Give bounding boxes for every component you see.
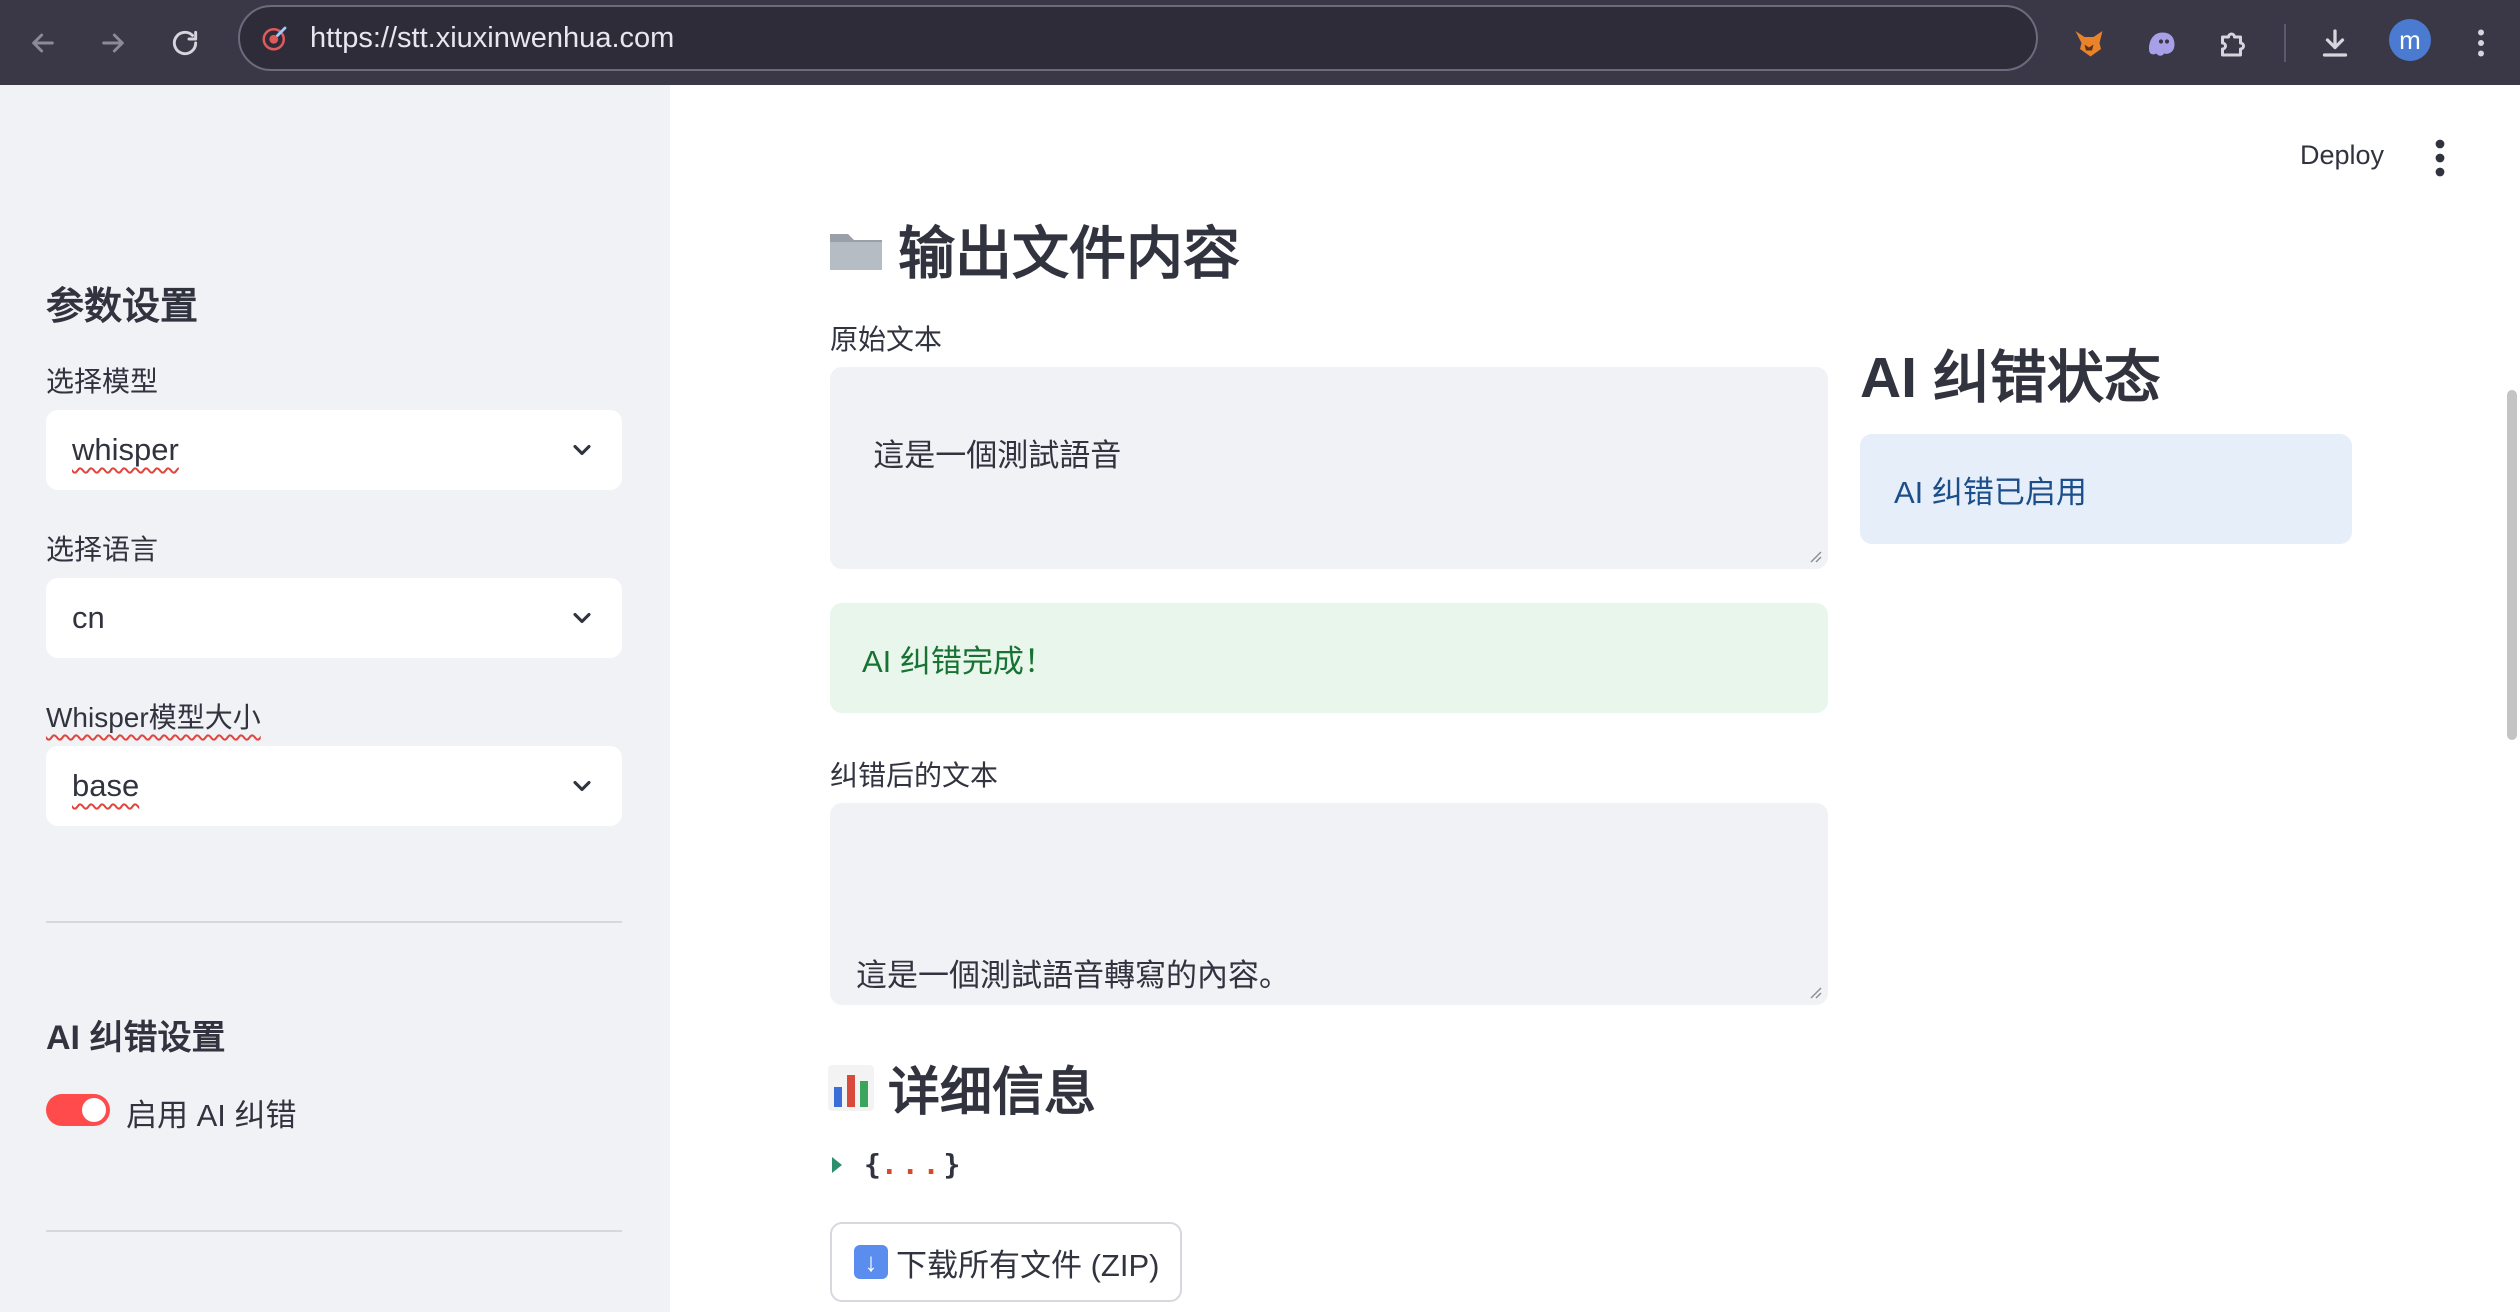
original-text-area[interactable]: 這是一個測試語音	[830, 367, 1828, 569]
ai-settings-title: AI 纠错设置	[46, 1019, 226, 1057]
details-section-title: 详细信息	[828, 1050, 1096, 1125]
ghost-icon	[2149, 32, 2175, 56]
model-size-label: Whisper模型大小	[46, 696, 261, 736]
success-alert-text: AI 纠错完成！	[862, 643, 1055, 679]
browser-menu-button[interactable]	[2456, 18, 2506, 68]
model-label: 选择模型	[46, 366, 159, 397]
sidebar-divider	[46, 921, 622, 923]
browser-toolbar: https://stt.xiuxinwenhua.com m	[0, 0, 2520, 85]
success-alert: AI 纠错完成！	[830, 603, 1828, 713]
corrected-text-value: 這是一個測試語音轉寫的內容。	[856, 958, 1290, 993]
site-info-icon[interactable]	[260, 23, 290, 53]
chevron-down-icon	[573, 444, 591, 456]
download-zip-button[interactable]: ↓ 下载所有文件 (ZIP)	[830, 1222, 1182, 1302]
json-collapsed-dots: ...	[880, 1148, 944, 1181]
downloads-button[interactable]	[2310, 18, 2360, 68]
model-select-value: whisper	[72, 432, 179, 467]
arrow-left-icon	[32, 33, 54, 53]
output-section-title-text: 输出文件内容	[898, 222, 1240, 286]
ai-status-info-alert: AI 纠错已启用	[1860, 434, 2352, 544]
model-select[interactable]: whisper	[46, 410, 622, 490]
expand-caret-icon[interactable]	[832, 1156, 842, 1173]
ai-correction-toggle-label: 启用 AI 纠错	[126, 1098, 297, 1133]
ai-correction-toggle[interactable]	[46, 1094, 110, 1126]
address-bar[interactable]: https://stt.xiuxinwenhua.com	[238, 5, 2038, 71]
more-vertical-icon	[2478, 29, 2484, 57]
original-text-label: 原始文本	[830, 324, 943, 355]
deploy-button[interactable]: Deploy	[2300, 140, 2384, 171]
down-arrow-icon: ↓	[854, 1245, 888, 1279]
language-select-value: cn	[72, 600, 105, 635]
bar-chart-icon	[828, 1064, 874, 1111]
language-label: 选择语言	[46, 534, 159, 565]
language-select[interactable]: cn	[46, 578, 622, 658]
download-icon	[2322, 29, 2348, 57]
chevron-down-icon	[573, 780, 591, 792]
back-button[interactable]	[18, 18, 68, 68]
chevron-down-icon	[573, 612, 591, 624]
json-close-brace: }	[943, 1148, 961, 1181]
extensions-button[interactable]	[2208, 18, 2258, 68]
reload-button[interactable]	[160, 18, 210, 68]
more-vertical-icon[interactable]	[2430, 138, 2450, 178]
model-size-label-text: Whisper模型大小	[46, 702, 261, 733]
extension-ghost[interactable]	[2136, 18, 2186, 68]
json-open-brace: {	[864, 1148, 881, 1181]
resize-handle-icon[interactable]	[1808, 549, 1822, 563]
json-viewer[interactable]: { ... }	[832, 1148, 960, 1181]
model-size-select[interactable]: base	[46, 746, 622, 826]
page-scrollbar-thumb[interactable]	[2507, 390, 2517, 740]
ai-status-title: AI 纠错状态	[1860, 346, 2161, 410]
model-size-select-value: base	[72, 768, 140, 803]
arrow-right-icon	[102, 33, 124, 53]
forward-button[interactable]	[88, 18, 138, 68]
extension-fox[interactable]	[2064, 18, 2114, 68]
ai-status-info-text: AI 纠错已启用	[1894, 474, 2087, 510]
download-zip-label: 下载所有文件 (ZIP)	[896, 1247, 1160, 1283]
resize-handle-icon[interactable]	[1808, 985, 1822, 999]
puzzle-icon	[2221, 32, 2245, 57]
toolbar-divider	[2284, 24, 2286, 62]
sidebar-title: 参数设置	[46, 286, 199, 328]
details-section-title-text: 详细信息	[888, 1064, 1097, 1122]
original-text-value: 這是一個測試語音	[873, 438, 1122, 473]
output-section-title: 输出文件内容	[828, 208, 1240, 290]
reload-icon	[172, 30, 198, 56]
toggle-knob	[82, 1098, 106, 1122]
fox-icon	[2075, 31, 2103, 57]
profile-avatar[interactable]: m	[2389, 19, 2431, 61]
folder-icon	[828, 224, 884, 274]
corrected-text-label: 纠错后的文本	[830, 760, 999, 791]
url-text: https://stt.xiuxinwenhua.com	[310, 21, 675, 54]
corrected-text-area[interactable]: 這是一個測試語音轉寫的內容。	[830, 803, 1828, 1005]
sidebar-divider	[46, 1230, 622, 1232]
